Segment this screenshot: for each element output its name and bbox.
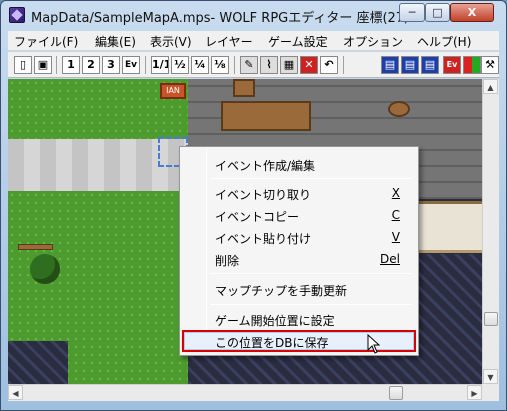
context-menu: イベント作成/編集 イベント切り取り X イベントコピー C イベント貼り付け … bbox=[179, 146, 419, 356]
pond-water bbox=[8, 341, 68, 384]
menu-item-label: マップチップを手動更新 bbox=[215, 284, 348, 298]
horizontal-scrollbar[interactable]: ◀ ▶ bbox=[8, 384, 482, 401]
menu-options[interactable]: オプション bbox=[343, 33, 403, 50]
database-icon[interactable]: ▤ bbox=[381, 56, 399, 74]
scroll-up-icon[interactable]: ▲ bbox=[483, 79, 498, 94]
vertical-scrollbar[interactable]: ▲ ▼ bbox=[482, 79, 499, 384]
zoom-1-4-button[interactable]: ¼ bbox=[191, 56, 209, 74]
zoom-1-1-button[interactable]: 1/1 bbox=[151, 56, 169, 74]
shop-sign: IAN bbox=[160, 83, 186, 99]
vertical-scroll-thumb[interactable] bbox=[484, 312, 498, 326]
menu-file[interactable]: ファイル(F) bbox=[14, 33, 78, 50]
eraser-icon[interactable]: ✕ bbox=[300, 56, 318, 74]
save-icon[interactable]: ▣ bbox=[34, 56, 52, 74]
user-database-icon[interactable]: ▤ bbox=[401, 56, 419, 74]
window-title: MapData/SampleMapA.mps- WOLF RPGエディター 座標… bbox=[31, 11, 421, 26]
toolbar-separator bbox=[145, 56, 146, 74]
counter-furniture bbox=[221, 101, 311, 131]
shortcut-key: Del bbox=[380, 252, 400, 266]
layer-2-button[interactable]: 2 bbox=[82, 56, 100, 74]
menu-item-delete[interactable]: 削除 Del bbox=[182, 248, 416, 270]
wolf-app-icon bbox=[9, 7, 25, 23]
shortcut-key: C bbox=[391, 208, 400, 222]
fill-icon[interactable]: ▦ bbox=[280, 56, 298, 74]
zoom-1-8-button[interactable]: ⅛ bbox=[211, 56, 229, 74]
menu-help[interactable]: ヘルプ(H) bbox=[417, 33, 471, 50]
building-wall bbox=[418, 201, 482, 253]
menu-item-cut-event[interactable]: イベント切り取り X bbox=[182, 182, 416, 204]
shortcut-key: V bbox=[391, 230, 400, 244]
menu-item-label: イベント切り取り bbox=[215, 188, 312, 202]
horizontal-scroll-thumb[interactable] bbox=[389, 386, 403, 400]
tree-sprite bbox=[30, 254, 60, 284]
menu-item-label: イベントコピー bbox=[215, 210, 300, 224]
menu-item-paste-event[interactable]: イベント貼り付け V bbox=[182, 226, 416, 248]
mouse-pointer-icon bbox=[367, 334, 381, 354]
toolbar-separator bbox=[234, 56, 235, 74]
pencil-icon[interactable]: ✎ bbox=[240, 56, 258, 74]
layer-1-button[interactable]: 1 bbox=[62, 56, 80, 74]
menu-game-settings[interactable]: ゲーム設定 bbox=[268, 33, 328, 50]
tileset-icon[interactable] bbox=[463, 56, 481, 74]
shortcut-key: X bbox=[391, 186, 400, 200]
menu-separator bbox=[210, 304, 412, 305]
menu-edit[interactable]: 編集(E) bbox=[95, 33, 136, 50]
toolbar: ▯ ▣ 1 2 3 Ev 1/1 ½ ¼ ⅛ ✎ ⌇ ▦ ✕ ↶ ▤ ▤ ▤ E… bbox=[8, 52, 499, 78]
fence-log bbox=[18, 244, 53, 250]
menu-item-label: この位置をDBに保存 bbox=[215, 336, 329, 350]
round-table bbox=[388, 101, 410, 117]
scroll-right-icon[interactable]: ▶ bbox=[467, 385, 482, 400]
layer-3-button[interactable]: 3 bbox=[102, 56, 120, 74]
scroll-down-icon[interactable]: ▼ bbox=[483, 369, 498, 384]
menu-item-label: イベント作成/編集 bbox=[215, 159, 316, 173]
title-bar[interactable]: MapData/SampleMapA.mps- WOLF RPGエディター 座標… bbox=[1, 1, 506, 29]
brush-icon[interactable]: ⌇ bbox=[260, 56, 278, 74]
menu-item-label: イベント貼り付け bbox=[215, 232, 312, 246]
variable-database-icon[interactable]: ▤ bbox=[421, 56, 439, 74]
common-event-icon[interactable]: Ev bbox=[443, 56, 461, 74]
menu-item-set-start-position[interactable]: ゲーム開始位置に設定 bbox=[182, 308, 416, 330]
event-layer-button[interactable]: Ev bbox=[122, 56, 140, 74]
zoom-1-2-button[interactable]: ½ bbox=[171, 56, 189, 74]
menu-bar: ファイル(F) 編集(E) 表示(V) レイヤー ゲーム設定 オプション ヘルプ… bbox=[8, 31, 499, 51]
menu-item-copy-event[interactable]: イベントコピー C bbox=[182, 204, 416, 226]
undo-icon[interactable]: ↶ bbox=[320, 56, 338, 74]
new-file-icon[interactable]: ▯ bbox=[14, 56, 32, 74]
editor-window: MapData/SampleMapA.mps- WOLF RPGエディター 座標… bbox=[0, 0, 507, 411]
menu-item-create-edit-event[interactable]: イベント作成/編集 bbox=[182, 153, 416, 175]
close-button[interactable]: X bbox=[450, 3, 494, 22]
scrollbar-corner bbox=[482, 384, 499, 401]
scroll-left-icon[interactable]: ◀ bbox=[8, 385, 23, 400]
toolbar-separator bbox=[343, 56, 344, 74]
minimize-button[interactable]: ─ bbox=[399, 3, 425, 22]
menu-item-label: ゲーム開始位置に設定 bbox=[215, 314, 335, 328]
menu-view[interactable]: 表示(V) bbox=[150, 33, 192, 50]
menu-separator bbox=[210, 273, 412, 274]
shelf-furniture bbox=[233, 79, 255, 97]
tool-settings-icon[interactable]: ⚒ bbox=[481, 56, 499, 74]
menu-layer[interactable]: レイヤー bbox=[205, 33, 253, 50]
menu-item-label: 削除 bbox=[215, 254, 240, 268]
maximize-button[interactable]: □ bbox=[425, 3, 450, 22]
toolbar-separator bbox=[56, 56, 57, 74]
menu-separator bbox=[210, 178, 412, 179]
menu-item-refresh-mapchip[interactable]: マップチップを手動更新 bbox=[182, 278, 416, 300]
